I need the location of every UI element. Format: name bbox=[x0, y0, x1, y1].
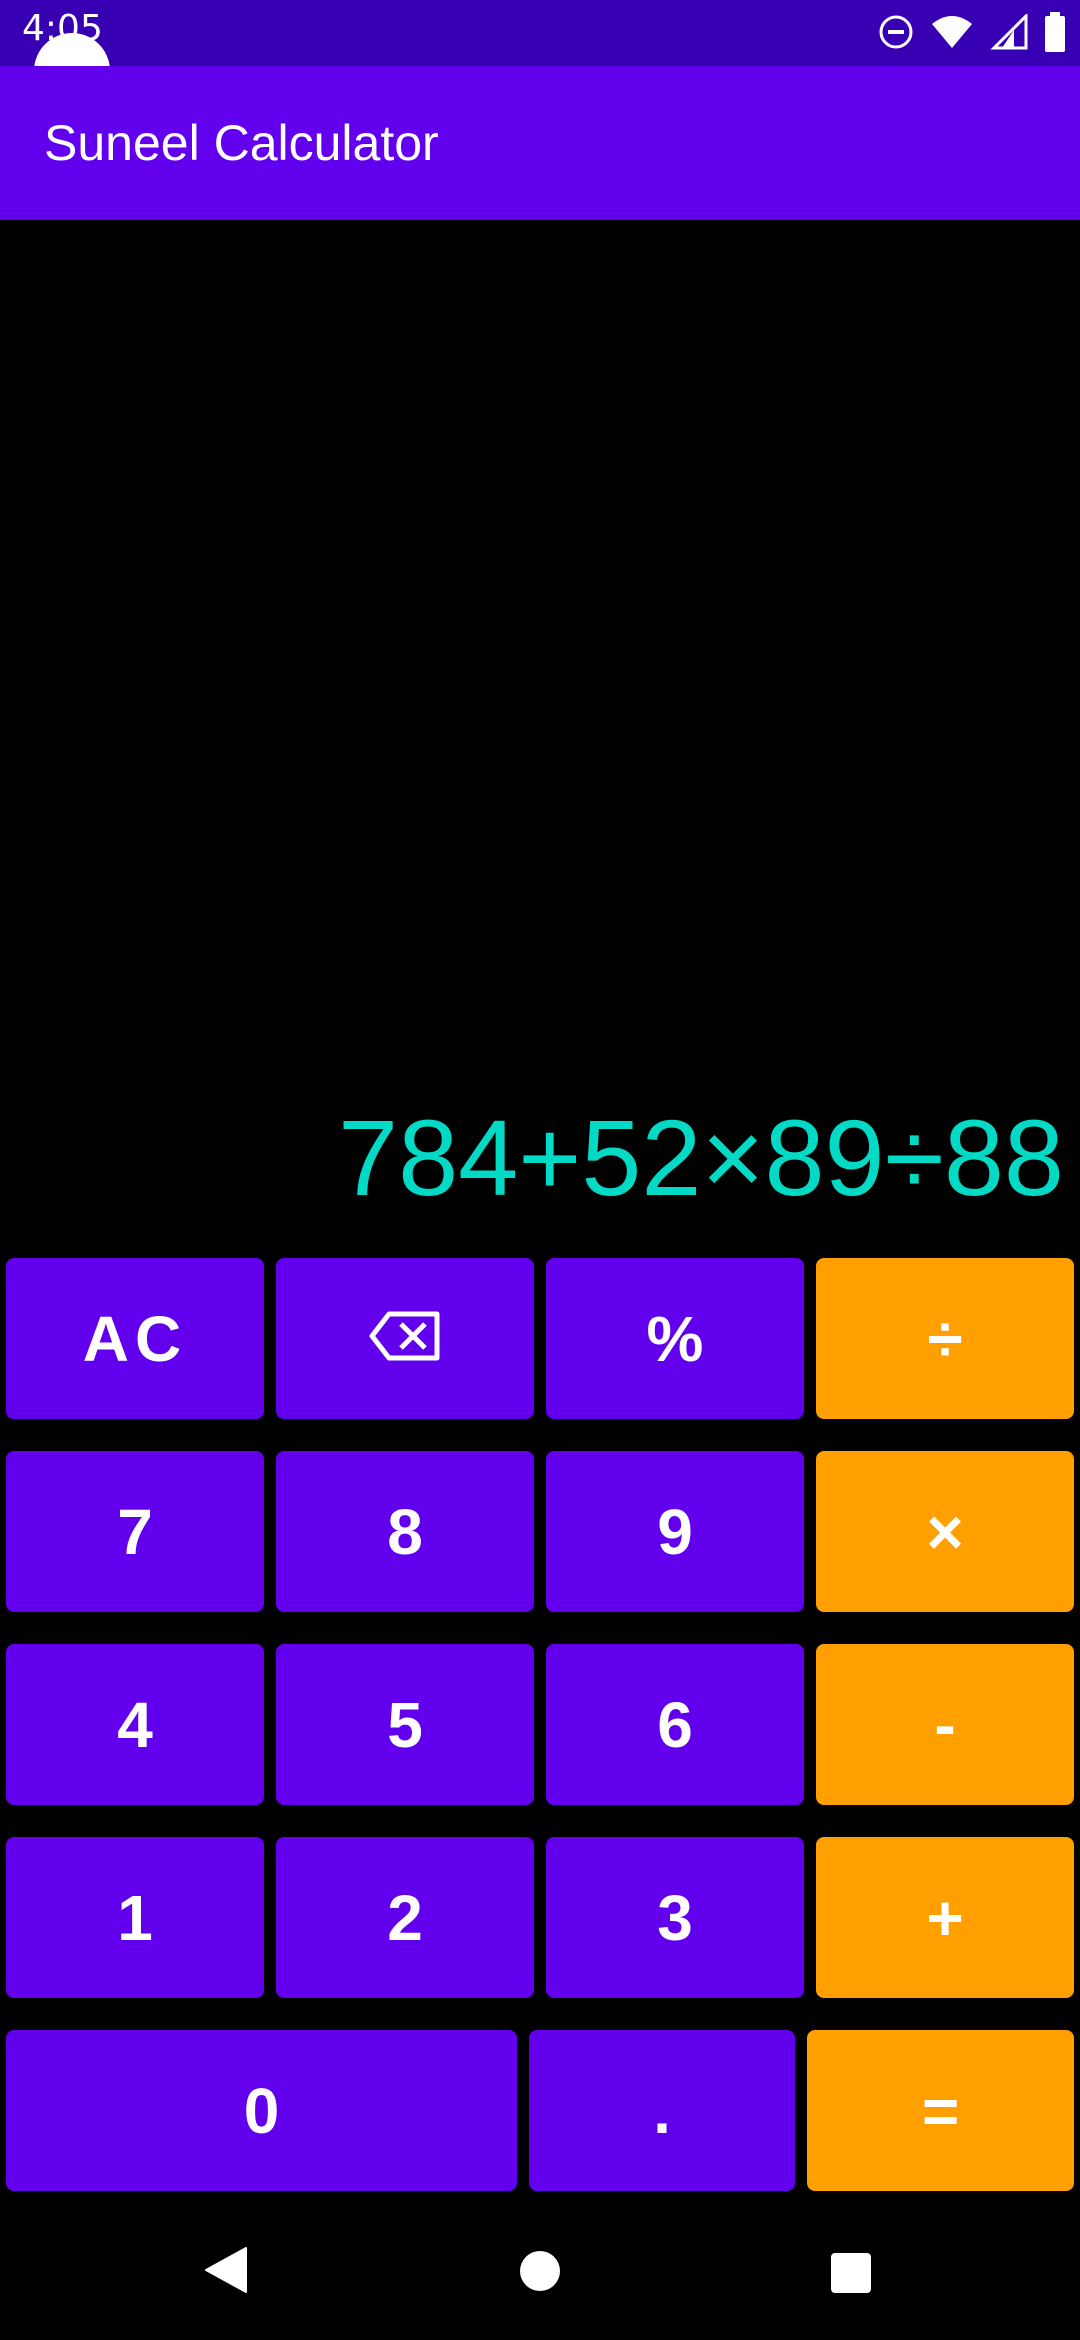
plus-button[interactable]: + bbox=[816, 1837, 1074, 1998]
digit-8-button[interactable]: 8 bbox=[276, 1451, 534, 1612]
recents-icon[interactable] bbox=[830, 2252, 872, 2298]
digit-3-button[interactable]: 3 bbox=[546, 1837, 804, 1998]
app-title: Suneel Calculator bbox=[44, 115, 439, 171]
minus-button[interactable]: - bbox=[816, 1644, 1074, 1805]
divide-button[interactable]: ÷ bbox=[816, 1258, 1074, 1419]
equals-button[interactable]: = bbox=[807, 2030, 1074, 2191]
backspace-button[interactable] bbox=[276, 1258, 534, 1419]
wifi-icon bbox=[930, 14, 974, 50]
digit-2-button[interactable]: 2 bbox=[276, 1837, 534, 1998]
digit-5-button[interactable]: 5 bbox=[276, 1644, 534, 1805]
backspace-icon bbox=[369, 1302, 441, 1376]
multiply-button[interactable]: × bbox=[816, 1451, 1074, 1612]
digit-0-button[interactable]: 0 bbox=[6, 2030, 517, 2191]
signal-icon bbox=[990, 14, 1028, 50]
calculator-display: 784+52×89÷88 bbox=[0, 220, 1080, 1220]
digit-7-button[interactable]: 7 bbox=[6, 1451, 264, 1612]
app-bar: Suneel Calculator bbox=[0, 66, 1080, 220]
digit-1-button[interactable]: 1 bbox=[6, 1837, 264, 1998]
status-icons bbox=[878, 12, 1066, 52]
clear-button[interactable]: AC bbox=[6, 1258, 264, 1419]
digit-9-button[interactable]: 9 bbox=[546, 1451, 804, 1612]
decimal-button[interactable]: . bbox=[529, 2030, 795, 2191]
home-icon[interactable] bbox=[519, 2250, 561, 2296]
percent-button[interactable]: % bbox=[546, 1258, 804, 1419]
digit-4-button[interactable]: 4 bbox=[6, 1644, 264, 1805]
digit-6-button[interactable]: 6 bbox=[546, 1644, 804, 1805]
battery-icon bbox=[1044, 12, 1066, 52]
expression-text: 784+52×89÷88 bbox=[338, 1097, 1064, 1218]
status-bar: 4:05 bbox=[0, 0, 1080, 66]
back-icon[interactable] bbox=[204, 2246, 248, 2298]
do-not-disturb-icon bbox=[878, 14, 914, 50]
navigation-bar bbox=[0, 2200, 1080, 2340]
